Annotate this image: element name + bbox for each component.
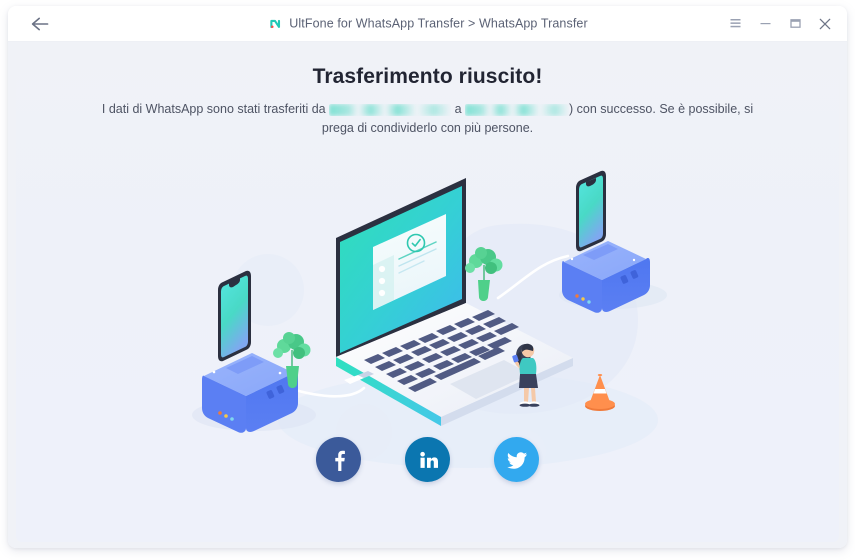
share-linkedin-button[interactable] (405, 437, 450, 482)
linkedin-icon (417, 449, 439, 471)
window-title-group: UltFone for WhatsApp Transfer > WhatsApp… (267, 16, 588, 31)
content-area: Trasferimento riuscito! I dati di WhatsA… (8, 42, 847, 548)
menu-button[interactable] (727, 16, 743, 32)
window-title: UltFone for WhatsApp Transfer > WhatsApp… (289, 16, 588, 31)
application-window: UltFone for WhatsApp Transfer > WhatsApp… (8, 6, 847, 548)
success-message: I dati di WhatsApp sono stati trasferiti… (88, 100, 768, 138)
arrow-left-icon (30, 16, 50, 32)
share-facebook-button[interactable] (316, 437, 361, 482)
close-button[interactable] (817, 16, 833, 32)
maximize-button[interactable] (787, 16, 803, 32)
share-twitter-button[interactable] (494, 437, 539, 482)
twitter-icon (506, 449, 528, 471)
back-button[interactable] (26, 12, 54, 36)
facebook-icon (328, 449, 350, 471)
title-bar: UltFone for WhatsApp Transfer > WhatsApp… (8, 6, 847, 42)
target-device-redacted (465, 104, 569, 116)
result-panel: Trasferimento riuscito! I dati di WhatsA… (16, 42, 839, 542)
page-title: Trasferimento riuscito! (312, 65, 543, 88)
left-phone (217, 270, 251, 362)
source-device-redacted (329, 104, 451, 116)
minimize-button[interactable] (757, 16, 773, 32)
social-share-row (16, 437, 839, 482)
ultfone-logo-icon (267, 16, 282, 31)
window-controls (727, 16, 833, 32)
message-middle: a (454, 102, 462, 116)
isometric-transfer-illustration (168, 170, 688, 470)
right-phone (575, 170, 606, 252)
message-lead: I dati di WhatsApp sono stati trasferiti… (101, 102, 326, 116)
